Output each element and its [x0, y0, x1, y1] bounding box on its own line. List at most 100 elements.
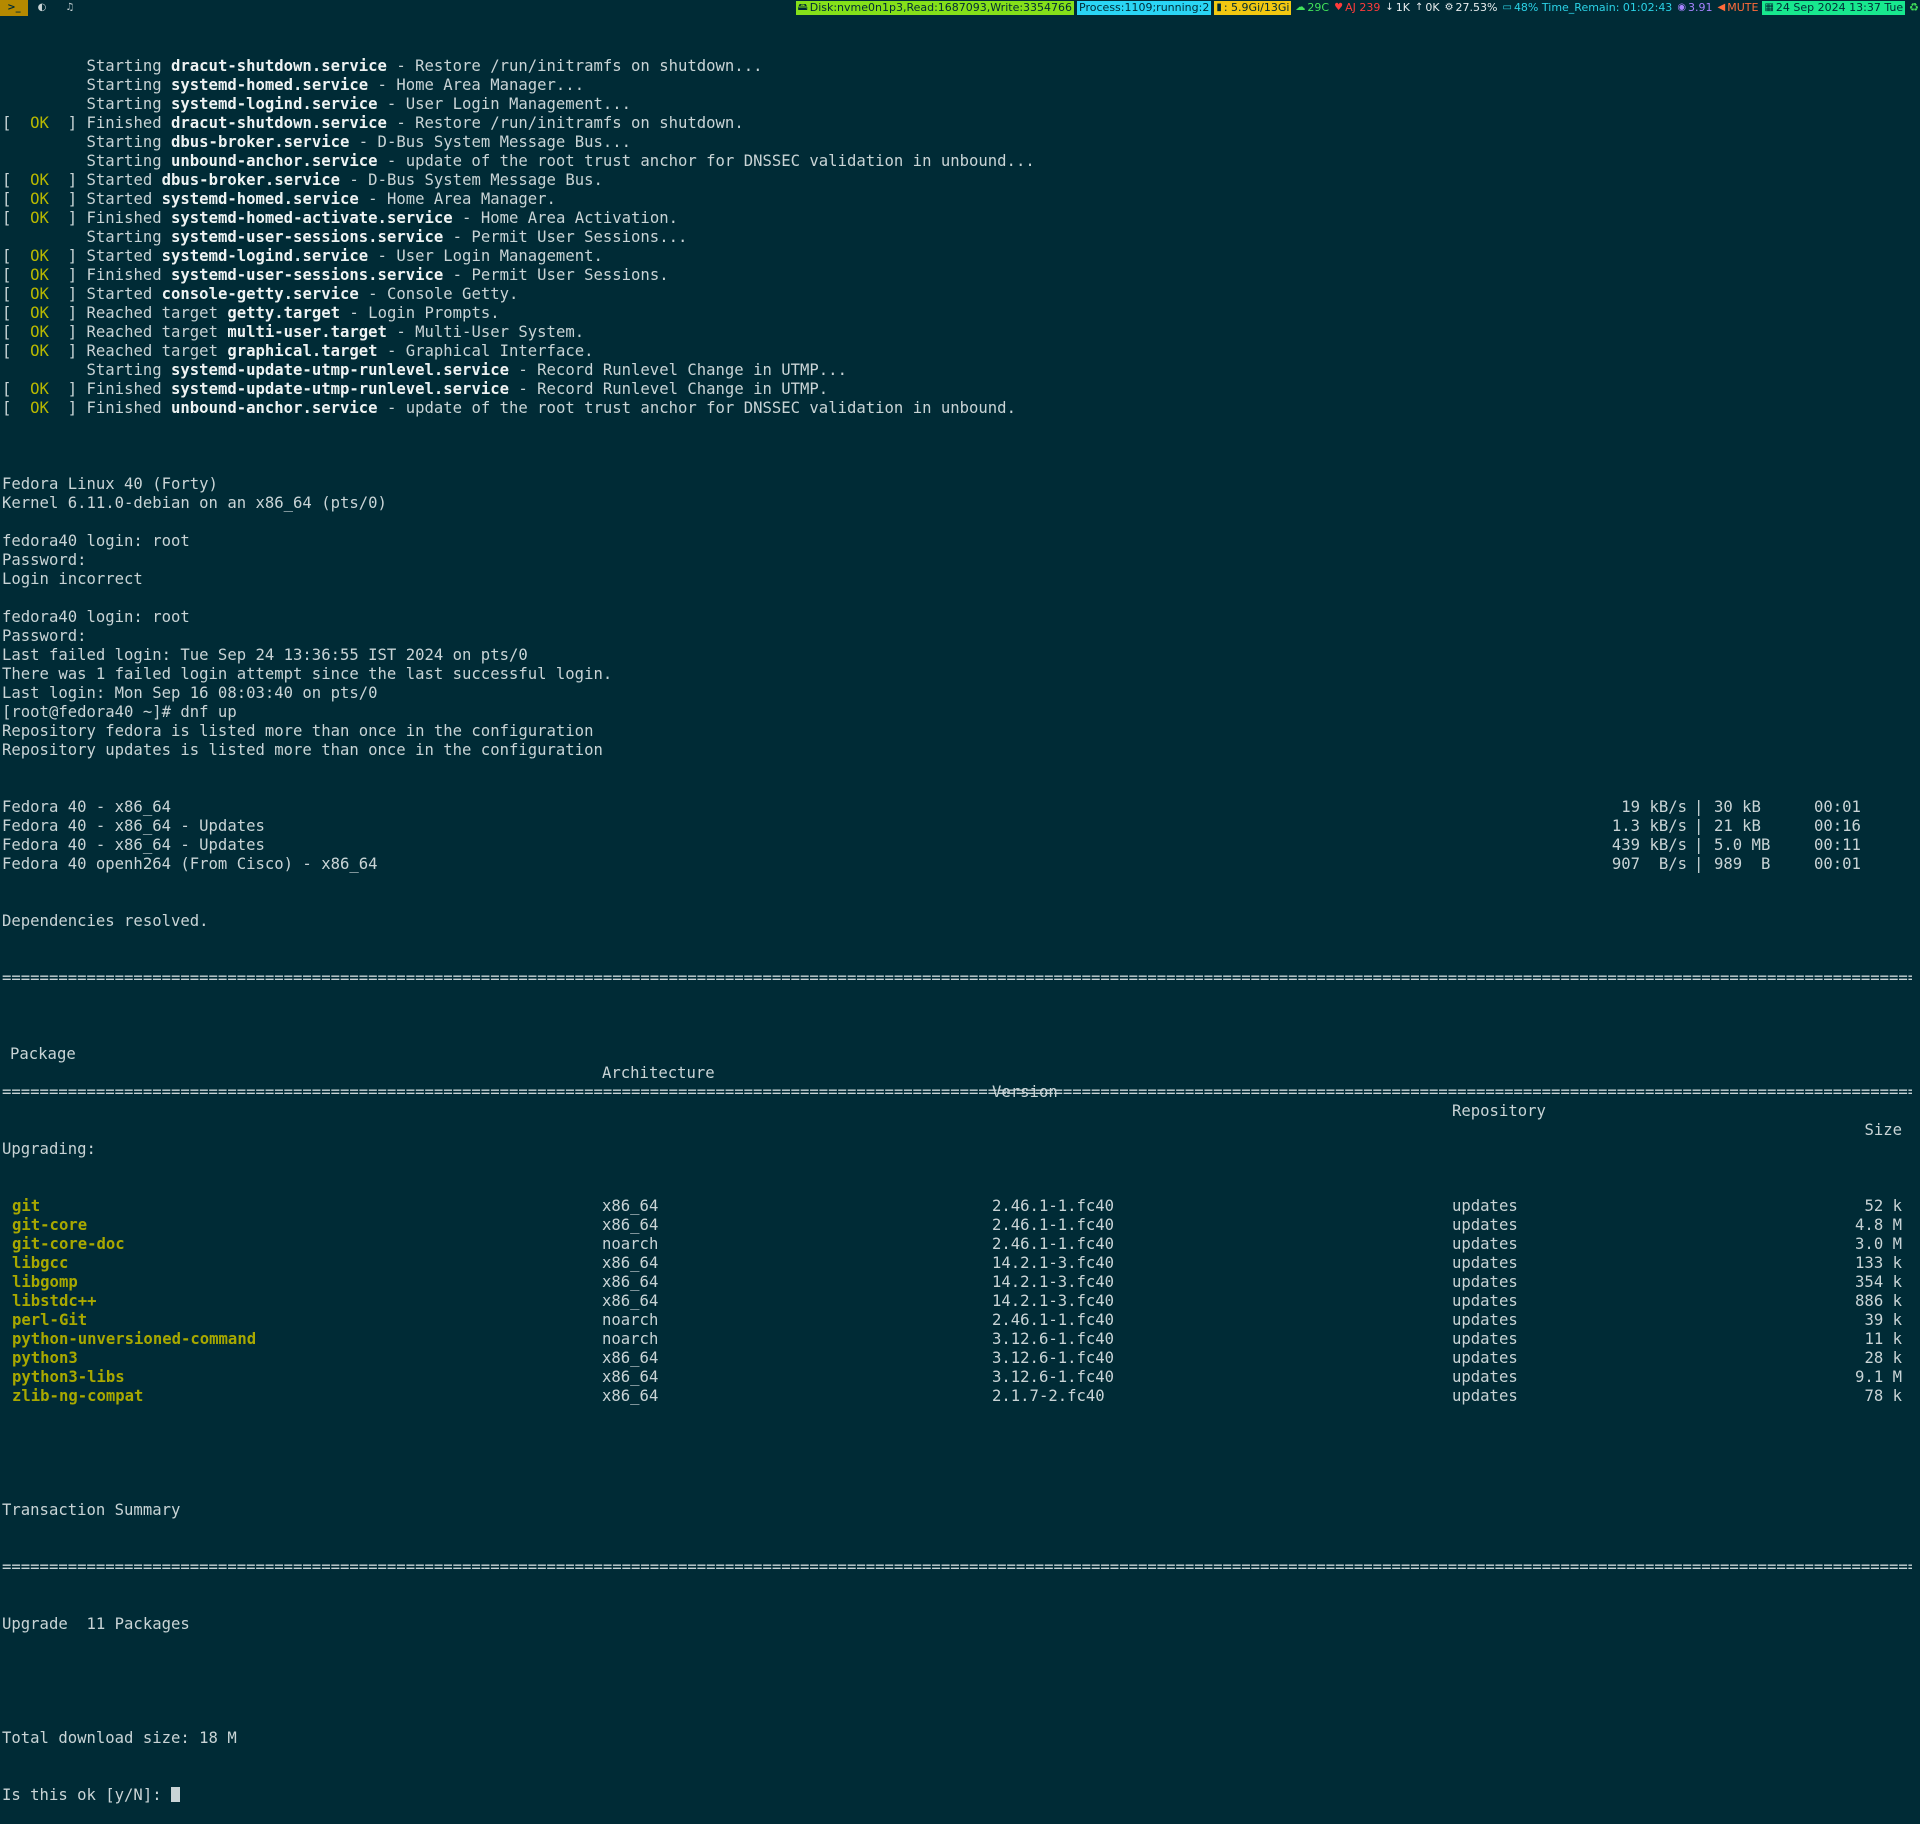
unit-name: console-getty.service [161, 285, 359, 303]
repo-rate: 19 kB/s [1621, 798, 1687, 816]
log-verb: Started [86, 285, 153, 303]
confirm-prompt: Is this ok [y/N]: [2, 1786, 171, 1804]
package-version: 14.2.1-3.fc40 [992, 1254, 1115, 1272]
session-line: Fedora Linux 40 (Forty) [2, 475, 218, 493]
package-name: libgomp [12, 1273, 78, 1291]
battery-widget[interactable]: ▭ 48% Time_Remain: 01:02:43 [1501, 1, 1673, 15]
status-bracket: ] [48, 171, 87, 189]
network-down-widget[interactable]: ↓ 1K [1384, 1, 1411, 15]
separator-line: ========================================… [2, 1083, 1912, 1101]
log-verb: Starting [86, 133, 162, 151]
package-arch: x86_64 [602, 1273, 659, 1291]
session-line [2, 513, 1912, 532]
status-ok: OK [30, 342, 49, 360]
boot-log-line: Starting unbound-anchor.service - update… [2, 152, 1912, 171]
status-bar: >_ ◐ ♫ 🖴 Disk:nvme0n1p3,Read:1687093,Write:… [0, 0, 1920, 16]
unit-name: systemd-homed.service [171, 76, 369, 94]
memory-widget[interactable]: ▮: 5.9Gi/13Gi [1214, 1, 1292, 15]
session-line: Last login: Mon Sep 16 08:03:40 on pts/0 [2, 684, 378, 702]
package-name: python-unversioned-command [12, 1330, 257, 1348]
datetime-widget[interactable]: ▦ 24 Sep 2024 13:37 Tue [1762, 1, 1906, 15]
repo-divider: | [1694, 836, 1704, 854]
status-bracket: ] [48, 247, 87, 265]
workspace-1[interactable]: >_ [0, 0, 28, 16]
package-version: 3.12.6-1.fc40 [992, 1349, 1115, 1367]
boot-log-line: Starting systemd-logind.service - User L… [2, 95, 1912, 114]
status-pad [2, 228, 87, 246]
battery-icon: ▭ [1502, 2, 1512, 13]
boot-log-line: Starting dbus-broker.service - D-Bus Sys… [2, 133, 1912, 152]
disk-widget[interactable]: 🖴 Disk:nvme0n1p3,Read:1687093,Write:33547… [795, 1, 1075, 15]
table-row: zlib-ng-compat x86_64 2.1.7-2.fc40 updates 7… [2, 1387, 1912, 1406]
table-header: Package Architecture Version Repository … [2, 1026, 1912, 1139]
volume-widget[interactable]: ◀ MUTE [1717, 1, 1760, 15]
boot-log-line: [ OK ] Started console-getty.service - C… [2, 285, 1912, 304]
boot-log-line: [ OK ] Reached target multi-user.target … [2, 323, 1912, 342]
boot-log-line: Starting systemd-user-sessions.service -… [2, 228, 1912, 247]
unit-description: - Record Runlevel Change in UTMP. [509, 380, 829, 398]
process-widget[interactable]: Process:1109;running:2 [1077, 1, 1212, 15]
status-bracket: ] [48, 285, 87, 303]
repo-row: Fedora 40 - x86_64 19 kB/s | 30 kB 00:01 [2, 798, 1912, 817]
repo-row: Fedora 40 openh264 (From Cisco) - x86_64… [2, 855, 1912, 874]
status-bracket: [ [2, 342, 31, 360]
unit-description: - Login Prompts. [340, 304, 500, 322]
table-row: libgcc x86_64 14.2.1-3.fc40 updates 133 k [2, 1254, 1912, 1273]
package-name: perl-Git [12, 1311, 88, 1329]
boot-log-line: [ OK ] Finished unbound-anchor.service -… [2, 399, 1912, 418]
load-widget[interactable]: ◉ 3.91 [1676, 1, 1713, 15]
unit-description: - Permit User Sessions. [443, 266, 669, 284]
log-verb: Finished [86, 399, 162, 417]
workspace-switcher: >_ ◐ ♫ [0, 0, 84, 16]
status-bracket: ] [48, 380, 87, 398]
table-row: libgomp x86_64 14.2.1-3.fc40 updates 354 k [2, 1273, 1912, 1292]
temperature-widget[interactable]: ☁ 29C [1294, 1, 1330, 15]
status-ok: OK [30, 323, 49, 341]
confirm-prompt-line[interactable]: Is this ok [y/N]: [2, 1786, 1912, 1805]
repo-row: Fedora 40 - x86_64 - Updates 439 kB/s | 5.0… [2, 836, 1912, 855]
status-bracket: ] [48, 114, 87, 132]
deps-resolved-text: Dependencies resolved. [2, 912, 209, 930]
wifi-icon: ♥ [1334, 2, 1344, 13]
status-ok: OK [30, 190, 49, 208]
repo-size: 5.0 MB [1714, 836, 1771, 854]
status-pad [2, 76, 87, 94]
unit-name: dbus-broker.service [171, 133, 350, 151]
gear-icon: ⚙ [1444, 2, 1454, 13]
package-version: 14.2.1-3.fc40 [992, 1273, 1115, 1291]
arrow-up-icon: ↑ [1414, 2, 1424, 13]
unit-description: - D-Bus System Message Bus... [349, 133, 632, 151]
package-name: git-core-doc [12, 1235, 125, 1253]
session-line: Repository fedora is listed more than on… [2, 722, 594, 740]
summary-upgrade: Upgrade 11 Packages [2, 1615, 190, 1633]
status-ok: OK [30, 247, 49, 265]
status-bracket: ] [48, 209, 87, 227]
repo-rate: 439 kB/s [1611, 836, 1687, 854]
package-repo: updates [1452, 1216, 1518, 1234]
load-icon: ◉ [1677, 2, 1687, 13]
package-arch: noarch [602, 1235, 659, 1253]
log-verb: Starting [86, 76, 162, 94]
package-size: 133 k [1855, 1254, 1902, 1272]
log-verb: Started [86, 190, 153, 208]
tray-icon[interactable]: ♻ [1908, 1, 1920, 15]
package-table: git x86_64 2.46.1-1.fc40 updates 52 k git-cor… [2, 1197, 1912, 1406]
table-row: python3-libs x86_64 3.12.6-1.fc40 updates 9.… [2, 1368, 1912, 1387]
workspace-3[interactable]: ♫ [56, 0, 84, 16]
terminal[interactable]: Starting dracut-shutdown.service - Resto… [2, 19, 1912, 1824]
status-bracket: [ [2, 304, 31, 322]
session-line: Password: [2, 627, 87, 645]
table-row: python3 x86_64 3.12.6-1.fc40 updates 28 k [2, 1349, 1912, 1368]
status-ok: OK [30, 285, 49, 303]
unit-name: dracut-shutdown.service [171, 114, 387, 132]
package-version: 14.2.1-3.fc40 [992, 1292, 1115, 1310]
workspace-2[interactable]: ◐ [28, 0, 56, 16]
cpu-widget[interactable]: ⚙ 27.53% [1444, 1, 1499, 15]
status-widgets: 🖴 Disk:nvme0n1p3,Read:1687093,Write:33547… [793, 1, 1920, 15]
status-bracket: ] [48, 323, 87, 341]
network-up-widget[interactable]: ↑ 0K [1414, 1, 1441, 15]
status-bracket: [ [2, 209, 31, 227]
log-verb: Starting [86, 57, 162, 75]
boot-log: Starting dracut-shutdown.service - Resto… [2, 57, 1912, 418]
wifi-widget[interactable]: ♥ AJ 239 [1333, 1, 1381, 15]
